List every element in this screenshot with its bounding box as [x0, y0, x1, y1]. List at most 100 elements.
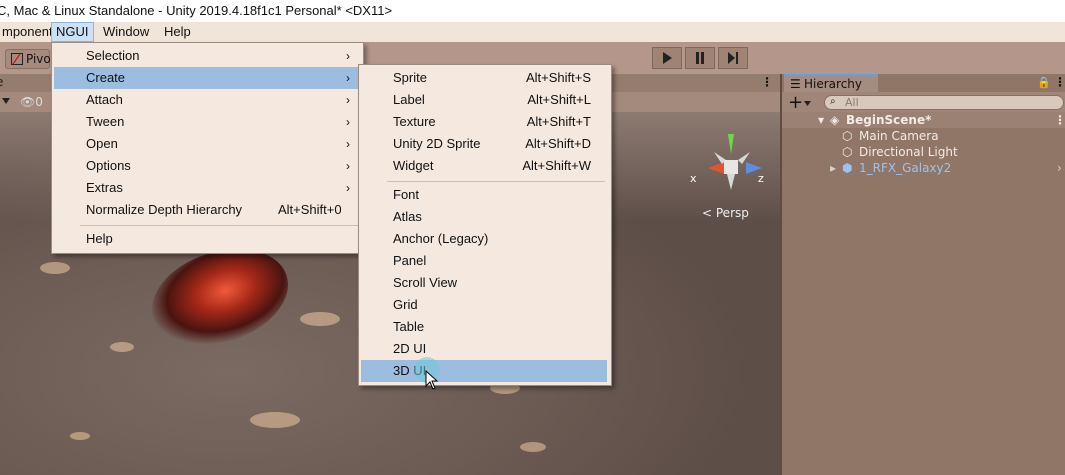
- create-item-font[interactable]: Font: [361, 184, 607, 206]
- menu-item-label: Tween: [86, 114, 125, 129]
- hierarchy-tab-label: Hierarchy: [804, 77, 863, 91]
- hierarchy-options-icon[interactable]: ⋮: [1054, 75, 1065, 89]
- menu-item-label: Unity 2D Sprite: [393, 136, 481, 151]
- step-button[interactable]: [718, 47, 748, 69]
- create-item-sprite[interactable]: Sprite Alt+Shift+S: [361, 67, 607, 89]
- menu-item-label: Atlas: [393, 209, 422, 224]
- axis-x-label: x: [690, 172, 697, 185]
- main-menu-bar: mponent NGUI Window Help: [0, 22, 1065, 42]
- menu-component[interactable]: mponent: [0, 22, 57, 42]
- pivot-label: Pivo: [26, 52, 51, 66]
- menu-item-shortcut: Alt+Shift+0: [278, 202, 342, 217]
- submenu-arrow-icon: ›: [346, 159, 350, 173]
- menu-item-label: Texture: [393, 114, 436, 129]
- create-item-texture[interactable]: Texture Alt+Shift+T: [361, 111, 607, 133]
- menu-item-label: Label: [393, 92, 425, 107]
- particle: [300, 312, 340, 326]
- expand-arrow-icon[interactable]: ▸: [830, 160, 836, 176]
- submenu-arrow-icon: ›: [346, 93, 350, 107]
- ngui-item-options[interactable]: Options ›: [54, 155, 361, 177]
- play-icon: [663, 52, 672, 64]
- hierarchy-item[interactable]: ⬡ Main Camera: [782, 128, 1065, 144]
- scene-options-icon[interactable]: ⋮: [1054, 112, 1065, 128]
- hidden-count-value: 0: [35, 95, 43, 109]
- pivot-toggle-button[interactable]: Pivo: [5, 49, 51, 69]
- hierarchy-toolbar: + ⌕ All: [782, 92, 1065, 114]
- prefab-cube-icon: ⬢: [842, 161, 853, 175]
- menu-item-label: Sprite: [393, 70, 427, 85]
- create-item-atlas[interactable]: Atlas: [361, 206, 607, 228]
- ngui-item-normalize-depth[interactable]: Normalize Depth Hierarchy Alt+Shift+0: [54, 199, 361, 221]
- scene-options-icon[interactable]: ⋮: [761, 75, 773, 89]
- create-item-anchor-legacy[interactable]: Anchor (Legacy): [361, 228, 607, 250]
- unity-scene-icon: ◈: [830, 113, 840, 127]
- menu-item-label: Scroll View: [393, 275, 458, 290]
- create-item-3d-ui[interactable]: 3D UI: [361, 360, 607, 382]
- hierarchy-panel: ☰ Hierarchy 🔒 ⋮ + ⌕ All ▾ ◈ BeginScene* …: [780, 74, 1065, 475]
- menu-item-label: Normalize Depth Hierarchy: [86, 202, 243, 217]
- hierarchy-tab[interactable]: ☰ Hierarchy: [784, 74, 878, 92]
- menu-separator: [80, 225, 358, 226]
- menu-window[interactable]: Window: [99, 22, 153, 42]
- item-label: 1_RFX_Galaxy2: [859, 161, 952, 175]
- gizmo-axes-icon: [708, 134, 762, 190]
- dropdown-arrow-icon[interactable]: [2, 98, 10, 104]
- create-item-widget[interactable]: Widget Alt+Shift+W: [361, 155, 607, 177]
- menu-item-label: Open: [86, 136, 118, 151]
- hierarchy-search-input[interactable]: ⌕ All: [824, 95, 1064, 110]
- hidden-objects-count[interactable]: 👁0: [20, 95, 43, 109]
- submenu-arrow-icon: ›: [346, 137, 350, 151]
- pause-icon: [696, 52, 704, 64]
- menu-help[interactable]: Help: [160, 22, 195, 42]
- prefab-open-arrow-icon[interactable]: ›: [1057, 160, 1062, 176]
- particle: [110, 342, 134, 352]
- create-item-grid[interactable]: Grid: [361, 294, 607, 316]
- item-label: Main Camera: [859, 129, 939, 143]
- create-item-2d-ui[interactable]: 2D UI: [361, 338, 607, 360]
- persp-label[interactable]: < Persp: [702, 206, 749, 220]
- menu-item-label: Help: [86, 231, 113, 246]
- gameobject-cube-icon: ⬡: [842, 129, 853, 143]
- play-controls: [652, 47, 748, 69]
- menu-item-label: Widget: [393, 158, 434, 173]
- menu-item-label: Extras: [86, 180, 123, 195]
- window-title-bar: C, Mac & Linux Standalone - Unity 2019.4…: [0, 0, 1065, 22]
- menu-item-shortcut: Alt+Shift+T: [526, 114, 591, 129]
- particle: [70, 432, 90, 440]
- hierarchy-item[interactable]: ⬡ Directional Light: [782, 144, 1065, 160]
- ngui-item-create[interactable]: Create ›: [54, 67, 361, 89]
- submenu-arrow-icon: ›: [346, 71, 350, 85]
- lock-icon[interactable]: 🔒: [1037, 76, 1051, 89]
- menu-item-label: Options: [86, 158, 131, 173]
- search-placeholder: All: [845, 96, 859, 109]
- particle: [520, 442, 546, 452]
- ngui-item-tween[interactable]: Tween ›: [54, 111, 361, 133]
- gameobject-cube-icon: ⬡: [842, 145, 853, 159]
- ngui-item-selection[interactable]: Selection ›: [54, 45, 361, 67]
- search-icon: ⌕: [830, 96, 836, 107]
- create-item-table[interactable]: Table: [361, 316, 607, 338]
- orientation-gizmo[interactable]: x z: [690, 132, 770, 202]
- menu-item-shortcut: Alt+Shift+S: [525, 70, 591, 85]
- hierarchy-item[interactable]: ▸ ⬢ 1_RFX_Galaxy2 ›: [782, 160, 1065, 176]
- create-item-scroll-view[interactable]: Scroll View: [361, 272, 607, 294]
- create-item-unity-2d-sprite[interactable]: Unity 2D Sprite Alt+Shift+D: [361, 133, 607, 155]
- menu-item-label: Font: [393, 187, 420, 202]
- play-button[interactable]: [652, 47, 682, 69]
- ngui-item-open[interactable]: Open ›: [54, 133, 361, 155]
- menu-item-label: Anchor (Legacy): [393, 231, 489, 246]
- submenu-arrow-icon: ›: [346, 181, 350, 195]
- pause-button[interactable]: [685, 47, 715, 69]
- create-item-label[interactable]: Label Alt+Shift+L: [361, 89, 607, 111]
- menu-ngui[interactable]: NGUI: [51, 22, 94, 42]
- ngui-item-attach[interactable]: Attach ›: [54, 89, 361, 111]
- menu-item-label: 2D UI: [393, 341, 427, 356]
- expand-arrow-icon[interactable]: ▾: [818, 112, 824, 128]
- ngui-item-help[interactable]: Help: [54, 228, 361, 250]
- ngui-item-extras[interactable]: Extras ›: [54, 177, 361, 199]
- menu-item-label: Grid: [393, 297, 418, 312]
- scene-root-row[interactable]: ▾ ◈ BeginScene* ⋮: [782, 112, 1065, 128]
- create-item-panel[interactable]: Panel: [361, 250, 607, 272]
- add-object-button[interactable]: +: [788, 92, 803, 114]
- add-dropdown-arrow-icon[interactable]: [804, 101, 811, 106]
